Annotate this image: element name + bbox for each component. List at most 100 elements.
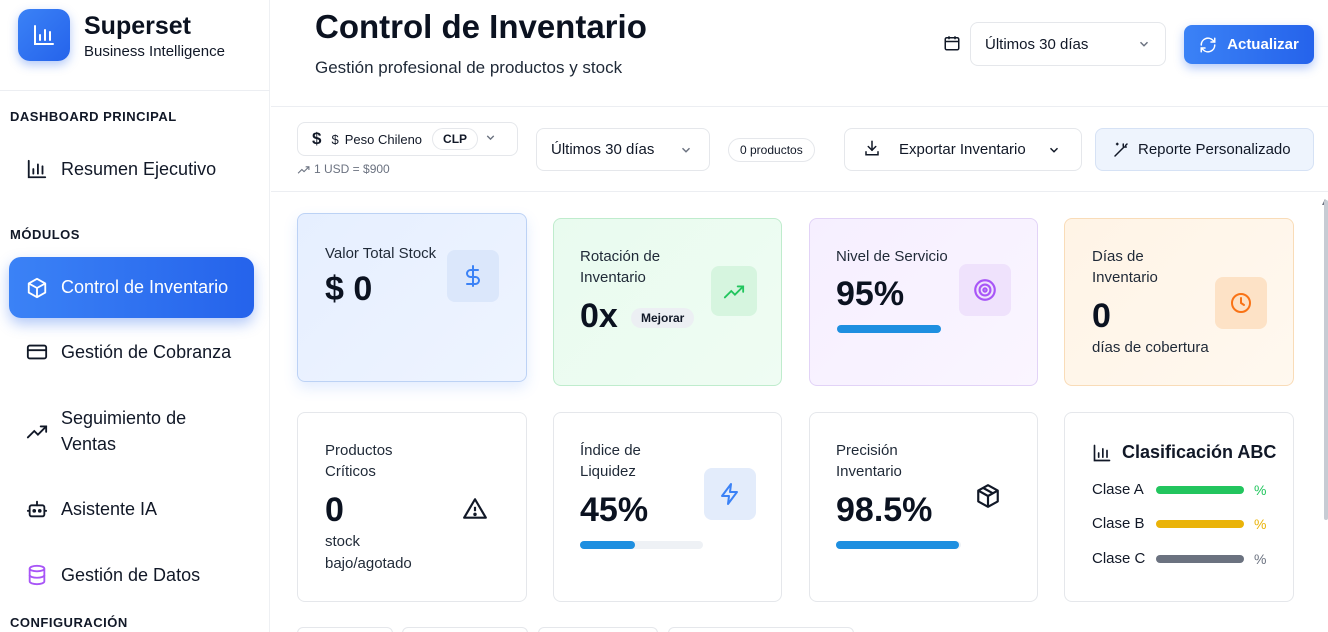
exchange-rate: 1 USD = $900 [297,162,390,176]
service-progress [837,325,946,333]
chevron-down-icon [1047,143,1061,161]
trending-up-icon [25,419,49,443]
card-abc-classification[interactable] [1064,412,1294,602]
bar-chart-icon [25,157,49,181]
sidebar-item-label: Resumen Ejecutivo [61,158,217,179]
card-value: 0 [325,491,344,529]
period-select-value: Últimos 30 días [551,141,655,158]
abc-row-b: Clase B % [1092,515,1266,532]
abc-bar [1156,485,1244,494]
download-icon [863,139,881,161]
period-select-value: Últimos 30 días [985,35,1089,53]
card-label: Días de Inventario [1092,248,1158,286]
database-icon [25,563,49,587]
section-dashboard: DASHBOARD PRINCIPAL [10,109,177,124]
card-accuracy[interactable]: Precisión Inventario 98.5% [809,412,1038,602]
card-value: 98.5% [836,491,933,529]
improve-badge: Mejorar [631,308,695,328]
card-stock-value[interactable]: Valor Total Stock $ 0 [297,213,527,382]
exchange-rate-text: 1 USD = $900 [314,162,390,176]
sidebar-item-label: Gestión de Cobranza [61,341,232,362]
liquidity-progress-fill [580,541,636,549]
export-label: Exportar Inventario [899,141,1026,158]
abc-row-c: Clase C % [1092,550,1266,567]
chevron-down-icon [679,143,693,161]
page-subtitle: Gestión profesional de productos y stock [315,58,623,77]
card-value: 95% [836,275,905,313]
bot-icon [25,497,49,521]
abc-bar [1156,519,1244,528]
card-rotation[interactable]: Rotación de Inventario 0x Mejorar [553,218,782,386]
card-value: 45% [580,491,649,529]
card-label: Rotación de Inventario [580,248,661,286]
divider [271,106,1328,107]
abc-row-a: Clase A % [1092,481,1266,498]
abc-label: Clase A [1092,481,1144,498]
refresh-label: Actualizar [1227,36,1299,53]
abc-pct: % [1254,550,1267,567]
trending-up-icon [711,266,757,316]
card-label: Precisión Inventario [836,442,902,480]
currency-symbol: $ [331,131,339,147]
currency-select[interactable]: $ $ Peso Chileno CLP [297,122,518,156]
card-liquidity[interactable]: Índice de Liquidez 45% [553,412,782,602]
tab-stub[interactable] [538,627,658,632]
abc-label: Clase C [1092,550,1146,567]
custom-report-button[interactable]: Reporte Personalizado [1095,128,1314,171]
sidebar-item-cobranza[interactable]: Gestión de Cobranza [9,330,254,374]
scrollbar[interactable] [1324,200,1328,520]
refresh-icon [1200,36,1216,53]
accuracy-progress [836,541,961,549]
sidebar-item-ventas[interactable]: Seguimiento de Ventas [9,404,254,458]
sidebar-item-label: Asistente IA [61,498,158,519]
abc-label: Clase B [1092,515,1145,532]
brand-title: Superset [84,11,191,40]
export-inventory-button[interactable]: Exportar Inventario [844,128,1082,171]
header-period-select[interactable]: Últimos 30 días [970,22,1166,66]
card-note: días de cobertura [1092,339,1209,356]
magic-wand-icon [1114,142,1128,157]
sidebar-item-inventario[interactable]: Control de Inventario [9,257,254,318]
card-inventory-days[interactable]: Días de Inventario 0 días de cobertura [1064,218,1294,386]
sidebar-item-resumen[interactable]: Resumen Ejecutivo [9,146,254,192]
report-label: Reporte Personalizado [1138,141,1291,158]
warning-icon [462,496,488,527]
logo-chart-icon [18,9,70,61]
credit-card-icon [25,340,49,364]
tab-stub[interactable] [297,627,393,632]
liquidity-progress [580,541,703,549]
card-critical-products[interactable]: Productos Críticos 0 stock bajo/agotado [297,412,527,602]
abc-pct: % [1254,481,1267,498]
brand[interactable]: Superset Business Intelligence [18,9,225,61]
currency-name: Peso Chileno [344,131,423,147]
dollar-icon: $ [312,129,322,148]
divider [0,90,270,91]
abc-bar [1156,554,1244,563]
toolbar-period-select[interactable]: Últimos 30 días [536,128,710,171]
card-label: Valor Total Stock [325,245,437,262]
card-service-level[interactable]: Nivel de Servicio 95% [809,218,1038,386]
accuracy-progress-fill [836,541,960,549]
section-modulos: MÓDULOS [10,227,80,242]
abc-title: Clasificación ABC [1092,442,1276,463]
dollar-icon [447,250,499,302]
sidebar-item-asistente[interactable]: Asistente IA [9,488,254,530]
refresh-button[interactable]: Actualizar [1184,25,1314,64]
sidebar: Superset Business Intelligence DASHBOARD… [0,0,270,632]
card-note: stock bajo/agotado [325,533,412,572]
clock-icon [1215,277,1267,329]
sidebar-item-label: Gestión de Datos [61,564,201,585]
calendar-icon [943,34,961,57]
target-icon [959,264,1011,316]
box-icon [975,483,1001,514]
tab-stub[interactable] [668,627,854,632]
currency-code-badge: CLP [432,128,479,150]
sidebar-item-label: Seguimiento de Ventas [61,408,187,454]
product-count-badge: 0 productos [728,138,815,162]
section-configuracion: CONFIGURACIÓN [10,615,128,630]
bar-chart-icon [1093,444,1111,461]
tab-stub[interactable] [402,627,528,632]
page-title: Control de Inventario [315,8,647,45]
card-value: $ 0 [325,270,373,308]
sidebar-item-datos[interactable]: Gestión de Datos [9,553,254,597]
